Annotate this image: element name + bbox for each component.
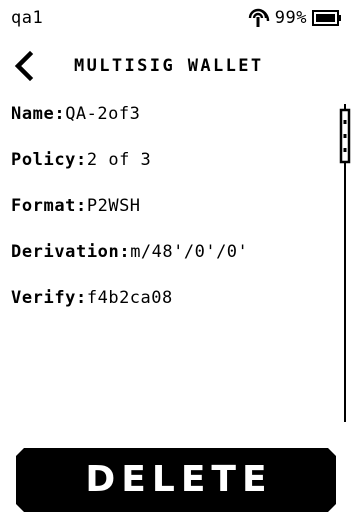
back-button[interactable] <box>10 50 40 82</box>
field-format: Format:P2WSH <box>11 190 326 236</box>
wallet-details: Name:QA-2of3 Policy:2 of 3 Format:P2WSH … <box>11 98 326 328</box>
page-title: MULTISIG WALLET <box>74 56 264 76</box>
status-indicators: 99% <box>247 7 342 29</box>
field-verify: Verify:f4b2ca08 <box>11 282 326 328</box>
scrollbar-thumb[interactable] <box>339 108 351 164</box>
device-name: qa1 <box>11 8 44 28</box>
field-label: Derivation: <box>11 242 131 262</box>
field-label: Policy: <box>11 150 87 170</box>
delete-button[interactable]: DELETE <box>16 448 336 512</box>
chevron-left-icon <box>14 50 34 82</box>
field-value: m/48'/0'/0' <box>130 242 249 262</box>
field-policy: Policy:2 of 3 <box>11 144 326 190</box>
field-value: 2 of 3 <box>86 150 152 170</box>
nfc-icon <box>248 8 269 27</box>
field-value: f4b2ca08 <box>86 288 173 308</box>
field-derivation: Derivation:m/48'/0'/0' <box>11 236 326 282</box>
status-bar: qa1 99% <box>0 0 352 36</box>
field-value: P2WSH <box>86 196 141 216</box>
field-label: Name: <box>11 104 66 124</box>
field-label: Verify: <box>11 288 87 308</box>
field-label: Format: <box>11 196 87 216</box>
battery-percent: 99% <box>274 8 307 28</box>
battery-icon <box>312 10 341 26</box>
field-value: QA-2of3 <box>65 104 141 124</box>
scrollbar[interactable] <box>338 104 352 424</box>
header: MULTISIG WALLET <box>0 46 352 86</box>
field-name: Name:QA-2of3 <box>11 98 326 144</box>
delete-button-label: DELETE <box>85 459 273 500</box>
